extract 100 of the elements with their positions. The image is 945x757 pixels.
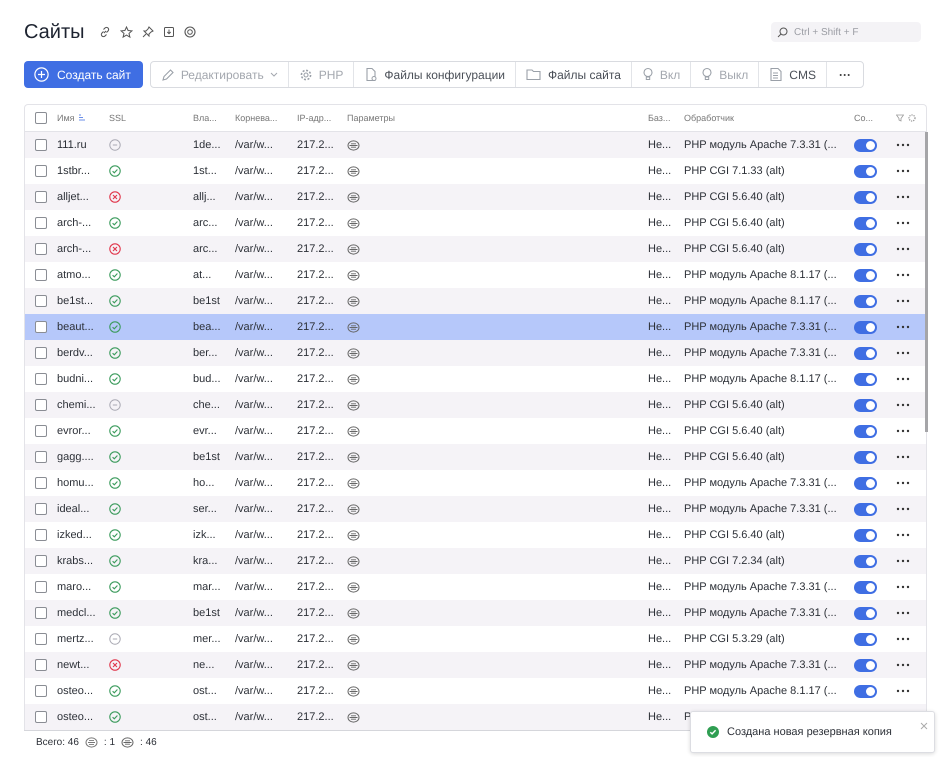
site-name: arch-... — [57, 217, 92, 229]
ip-address-cell-text: 217.2... — [297, 191, 335, 203]
handler-cell-text: PHP модуль Apache 7.3.31 (... — [684, 347, 838, 359]
ip-address-cell-text: 217.2... — [297, 581, 335, 593]
database-cell-text: Не... — [648, 451, 672, 463]
site-name: 111.ru — [57, 139, 88, 151]
handler-cell-text: PHP CGI 5.6.40 (alt) — [684, 529, 786, 541]
site-name: osteo... — [57, 711, 94, 723]
handler-cell-text: PHP модуль Apache 7.3.31 (... — [684, 139, 838, 151]
handler-cell-text: PHP модуль Apache 8.1.17 (... — [684, 373, 838, 385]
database-cell-text: Не... — [648, 607, 672, 619]
owner-cell-text: be1st — [193, 607, 221, 619]
root-path-cell-text: /var/w... — [235, 451, 274, 463]
php-count: : 46 — [140, 737, 157, 748]
site-name: osteo... — [57, 685, 94, 697]
site-name: medcl... — [57, 607, 97, 619]
site-name: atmo... — [57, 269, 92, 281]
root-path-cell-text: /var/w... — [235, 711, 274, 723]
database-cell-text: Не... — [648, 399, 672, 411]
owner-cell-text: ost... — [193, 711, 218, 723]
root-path-cell-text: /var/w... — [235, 191, 274, 203]
database-cell-text: Не... — [648, 373, 672, 385]
owner-cell-text: kra... — [193, 555, 218, 567]
handler-cell-text: PHP модуль Apache 7.3.31 (... — [684, 321, 838, 333]
handler-cell-text: PHP модуль Apache 8.1.17 (... — [684, 269, 838, 281]
site-name: be1st... — [57, 295, 94, 307]
database-cell-text: Не... — [648, 711, 672, 723]
handler-cell-text: PHP CGI 5.6.40 (alt) — [684, 425, 786, 437]
handler-cell-text: PHP CGI 5.6.40 (alt) — [684, 243, 786, 255]
root-path-cell-text: /var/w... — [235, 633, 274, 645]
ip-address-cell-text: 217.2... — [297, 607, 335, 619]
handler-cell-text: PHP CGI 5.6.40 (alt) — [684, 451, 786, 463]
owner-cell-text: allj... — [193, 191, 217, 203]
site-name: ideal... — [57, 503, 90, 515]
database-cell-text: Не... — [648, 243, 672, 255]
root-path-cell-text: /var/w... — [235, 373, 274, 385]
owner-cell-text: mar... — [193, 581, 222, 593]
ip-address-cell-text: 217.2... — [297, 451, 335, 463]
database-cell-text: Не... — [648, 555, 672, 567]
database-cell-text: Не... — [648, 269, 672, 281]
ip-address-cell-text: 217.2... — [297, 321, 335, 333]
database-cell-text: Не... — [648, 139, 672, 151]
owner-cell-text: at... — [193, 269, 212, 281]
owner-cell-text: evr... — [193, 425, 218, 437]
ip-address-cell-text: 217.2... — [297, 711, 335, 723]
database-cell-text: Не... — [648, 633, 672, 645]
site-name: alljet... — [57, 191, 90, 203]
handler-cell-text: PHP модуль Apache 7.3.31 (... — [684, 477, 838, 489]
handler-cell-text: PHP модуль Apache 7.3.31 (... — [684, 607, 838, 619]
ip-address-cell-text: 217.2... — [297, 633, 335, 645]
root-path-cell-text: /var/w... — [235, 347, 274, 359]
root-path-cell-text: /var/w... — [235, 243, 274, 255]
root-path-cell-text: /var/w... — [235, 685, 274, 697]
handler-cell-text: PHP CGI 5.6.40 (alt) — [684, 217, 786, 229]
root-path-cell-text: /var/w... — [235, 165, 274, 177]
database-cell-text: Не... — [648, 347, 672, 359]
site-name: krabs... — [57, 555, 94, 567]
site-name: beaut... — [57, 321, 95, 333]
ip-address-cell-text: 217.2... — [297, 477, 335, 489]
cgi-count: : 1 — [104, 737, 116, 748]
owner-cell-text: 1st... — [193, 165, 218, 177]
owner-cell-text: ho... — [193, 477, 216, 489]
site-name: newt... — [57, 659, 90, 671]
ip-address-cell-text: 217.2... — [297, 217, 335, 229]
ip-address-cell-text: 217.2... — [297, 165, 335, 177]
ip-address-cell-text: 217.2... — [297, 347, 335, 359]
site-name: budni... — [57, 373, 94, 385]
page-title: Сайты — [24, 20, 84, 44]
root-path-cell-text: /var/w... — [235, 529, 274, 541]
root-path-cell-text: /var/w... — [235, 295, 274, 307]
site-name: maro... — [57, 581, 92, 593]
owner-cell-text: 1de... — [193, 139, 222, 151]
ip-address-cell-text: 217.2... — [297, 373, 335, 385]
database-cell-text: Не... — [648, 217, 672, 229]
handler-cell-text: PHP модуль Apache 8.1.17 (... — [684, 295, 838, 307]
database-cell-text: Не... — [648, 165, 672, 177]
root-path-cell-text: /var/w... — [235, 425, 274, 437]
root-path-cell-text: /var/w... — [235, 581, 274, 593]
owner-cell-text: izk... — [193, 529, 217, 541]
database-cell-text: Не... — [648, 659, 672, 671]
total-count: Всего: 46 — [36, 737, 79, 748]
handler-cell-text: PHP модуль Apache 8.1.17 (... — [684, 685, 838, 697]
site-name: chemi... — [57, 399, 97, 411]
owner-cell-text: ber... — [193, 347, 218, 359]
root-path-cell-text: /var/w... — [235, 659, 274, 671]
site-name: mertz... — [57, 633, 95, 645]
owner-cell-text: ost... — [193, 685, 218, 697]
handler-cell-text: PHP CGI 5.6.40 (alt) — [684, 191, 786, 203]
handler-cell-text: PHP модуль Apache 7.3.31 (... — [684, 659, 838, 671]
database-cell-text: Не... — [648, 295, 672, 307]
ip-address-cell-text: 217.2... — [297, 659, 335, 671]
site-name: homu... — [57, 477, 95, 489]
handler-cell-text: PHP CGI 5.6.40 (alt) — [684, 399, 786, 411]
handler-cell-text: PHP модуль Apache 7.3.31 (... — [684, 581, 838, 593]
database-cell-text: Не... — [648, 529, 672, 541]
root-path-cell-text: /var/w... — [235, 217, 274, 229]
site-name: gagg.... — [57, 451, 95, 463]
handler-cell-text: PHP модуль Apache 7.3.31 (... — [684, 503, 838, 515]
site-name: 1stbr... — [57, 165, 92, 177]
root-path-cell-text: /var/w... — [235, 607, 274, 619]
